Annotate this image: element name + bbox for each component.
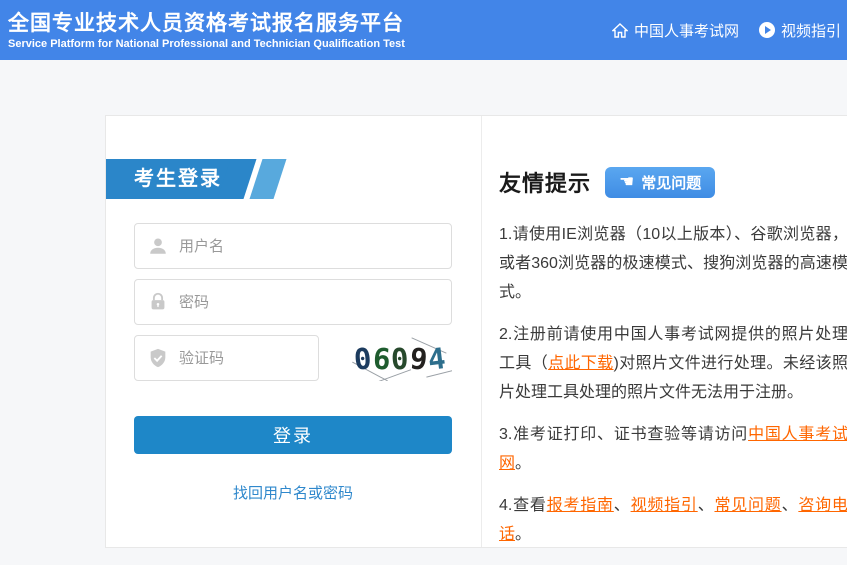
login-panel-title: 考生登录	[134, 159, 222, 199]
header: 全国专业技术人员资格考试报名服务平台 Service Platform for …	[0, 0, 847, 60]
captcha-row: 06094	[134, 335, 452, 381]
username-input[interactable]	[134, 223, 452, 269]
faq-button-label: 常见问题	[641, 172, 701, 193]
hand-pointer-icon: ☚	[619, 174, 634, 191]
recover-link[interactable]: 找回用户名或密码	[233, 485, 353, 502]
tip-paragraph: 4.查看报考指南、视频指引、常见问题、咨询电话。	[499, 491, 847, 549]
nav-label-exam-site: 中国人事考试网	[634, 20, 739, 41]
login-form: 06094 登录 找回用户名或密码	[134, 223, 452, 503]
faq-button[interactable]: ☚ 常见问题	[605, 167, 715, 198]
nav-item-video-guide[interactable]: 视频指引	[759, 20, 841, 41]
header-nav: 中国人事考试网 视频指引	[612, 20, 841, 41]
tip-link[interactable]: 中国人事考试网	[499, 426, 847, 472]
tip-paragraph: 1.请使用IE浏览器（10以上版本）、谷歌浏览器，或者360浏览器的极速模式、搜…	[499, 220, 847, 307]
tips-header: 友情提示 ☚ 常见问题	[499, 166, 847, 198]
captcha-digit: 0	[390, 342, 409, 377]
login-button[interactable]: 登录	[134, 416, 452, 454]
brand: 全国专业技术人员资格考试报名服务平台 Service Platform for …	[8, 9, 405, 52]
tip-paragraph: 3.准考证打印、证书查验等请访问中国人事考试网。	[499, 420, 847, 478]
shield-check-icon	[147, 347, 169, 369]
lock-icon	[147, 291, 169, 313]
user-icon	[147, 235, 169, 257]
banner-shape-light	[250, 159, 287, 199]
nav-item-exam-site[interactable]: 中国人事考试网	[612, 20, 739, 41]
login-panel: 考生登录	[106, 116, 481, 547]
captcha-digit: 6	[372, 341, 392, 376]
nav-label-video-guide: 视频指引	[781, 20, 841, 41]
password-field-wrap	[134, 279, 452, 325]
recover-row: 找回用户名或密码	[134, 482, 452, 503]
home-icon	[612, 23, 628, 38]
username-field-wrap	[134, 223, 452, 269]
page: 全国专业技术人员资格考试报名服务平台 Service Platform for …	[0, 0, 847, 565]
captcha-field-wrap	[134, 335, 319, 381]
tip-link[interactable]: 报考指南	[547, 497, 614, 514]
tip-paragraph: 2.注册前请使用中国人事考试网提供的照片处理工具（点此下载)对照片文件进行处理。…	[499, 320, 847, 407]
tips-panel: 友情提示 ☚ 常见问题 1.请使用IE浏览器（10以上版本）、谷歌浏览器，或者3…	[482, 116, 847, 547]
tip-link[interactable]: 视频指引	[631, 497, 698, 514]
password-input[interactable]	[134, 279, 452, 325]
page-title: 全国专业技术人员资格考试报名服务平台	[8, 11, 405, 37]
tips-title: 友情提示	[499, 166, 591, 198]
tips-body: 1.请使用IE浏览器（10以上版本）、谷歌浏览器，或者360浏览器的极速模式、搜…	[499, 220, 847, 549]
captcha-digit: 4	[426, 341, 447, 377]
tip-link[interactable]: 常见问题	[714, 497, 781, 514]
page-subtitle: Service Platform for National Profession…	[8, 37, 405, 52]
captcha-digit: 0	[353, 341, 373, 376]
main-card: 考生登录	[105, 115, 847, 548]
play-icon	[759, 22, 775, 38]
tip-link[interactable]: 点此下载	[548, 355, 613, 372]
captcha-image[interactable]: 06094	[348, 337, 452, 381]
